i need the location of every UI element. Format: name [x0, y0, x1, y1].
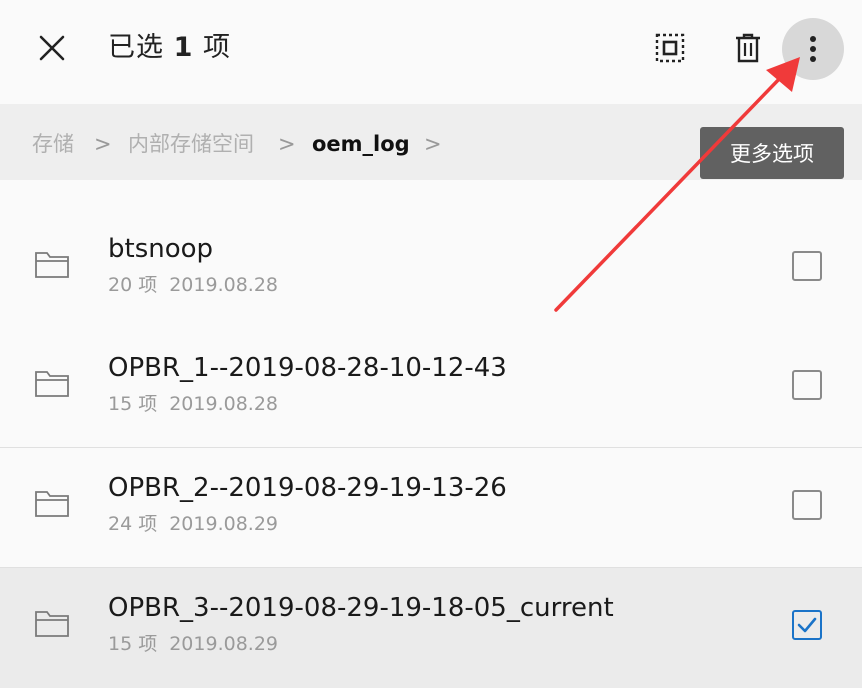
list-item[interactable]: OPBR_1--2019-08-28-10-12-43 15 项 2019.08.…: [0, 328, 862, 448]
breadcrumb-item-storage[interactable]: 存储: [32, 128, 74, 160]
more-vertical-icon: [810, 36, 816, 62]
modified-date: 2019.08.28: [169, 274, 279, 296]
top-app-bar: 已选 1 项: [0, 0, 862, 100]
close-icon: [39, 35, 65, 61]
file-meta: 15 项 2019.08.29: [108, 630, 278, 658]
select-checkbox[interactable]: [792, 370, 822, 400]
file-meta: 15 项 2019.08.28: [108, 390, 278, 418]
delete-button[interactable]: [724, 24, 772, 72]
list-item[interactable]: btsnoop 20 项 2019.08.28: [0, 209, 862, 329]
breadcrumb-item-internal-storage[interactable]: 内部存储空间: [128, 128, 254, 160]
file-name: OPBR_3--2019-08-29-19-18-05_current: [108, 593, 614, 623]
list-item-selected[interactable]: OPBR_3--2019-08-29-19-18-05_current 15 项…: [0, 568, 862, 688]
title-suffix: 项: [202, 32, 231, 63]
checkmark-icon: [797, 617, 817, 633]
item-count: 15 项: [108, 393, 158, 415]
modified-date: 2019.08.29: [169, 513, 279, 535]
breadcrumb-item-current[interactable]: oem_log: [312, 128, 410, 160]
breadcrumb-separator: >: [278, 132, 296, 156]
folder-icon: [35, 252, 69, 278]
breadcrumb-separator: >: [424, 132, 442, 156]
select-all-button[interactable]: [646, 24, 694, 72]
more-options-button[interactable]: [782, 18, 844, 80]
select-checkbox[interactable]: [792, 490, 822, 520]
modified-date: 2019.08.28: [169, 393, 279, 415]
folder-icon: [35, 371, 69, 397]
modified-date: 2019.08.29: [169, 633, 279, 655]
file-name: OPBR_2--2019-08-29-19-13-26: [108, 473, 507, 503]
folder-icon: [35, 491, 69, 517]
file-name: OPBR_1--2019-08-28-10-12-43: [108, 353, 507, 383]
trash-icon: [736, 33, 760, 63]
list-item[interactable]: OPBR_2--2019-08-29-19-13-26 24 项 2019.08.…: [0, 448, 862, 568]
title-prefix: 已选: [108, 32, 164, 63]
item-count: 15 项: [108, 633, 158, 655]
select-checkbox-checked[interactable]: [792, 610, 822, 640]
folder-icon: [35, 611, 69, 637]
select-checkbox[interactable]: [792, 251, 822, 281]
file-name: btsnoop: [108, 234, 214, 264]
selected-count: 1: [173, 32, 194, 63]
more-options-tooltip: 更多选项: [700, 127, 844, 179]
item-count: 24 项: [108, 513, 158, 535]
select-all-icon: [655, 33, 685, 63]
page-title: 已选 1 项: [108, 28, 231, 68]
item-count: 20 项: [108, 274, 158, 296]
file-meta: 24 项 2019.08.29: [108, 510, 278, 538]
breadcrumb-separator: >: [94, 132, 112, 156]
file-meta: 20 项 2019.08.28: [108, 271, 278, 299]
close-button[interactable]: [28, 24, 76, 72]
